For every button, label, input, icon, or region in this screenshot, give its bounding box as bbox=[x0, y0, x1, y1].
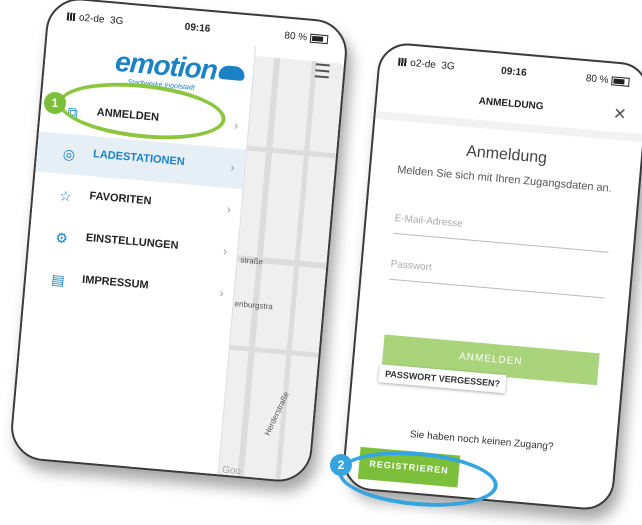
signal-bars-icon bbox=[397, 58, 409, 67]
map-label: enburgstra bbox=[234, 299, 274, 312]
document-icon: ▤ bbox=[50, 271, 66, 289]
map-label: straße bbox=[240, 255, 264, 267]
phone-navigation-drawer: o2-de 3G 09:16 80 % straße enburgstra He… bbox=[8, 0, 350, 485]
carrier-name: o2-de bbox=[78, 12, 105, 26]
signal-indicator: o2-de 3G bbox=[66, 11, 124, 28]
menu-item-label: FAVORITEN bbox=[88, 190, 152, 208]
password-field[interactable]: Passwort bbox=[389, 258, 607, 299]
status-time: 09:16 bbox=[184, 21, 211, 35]
location-pin-icon: ◎ bbox=[62, 145, 76, 163]
signal-indicator: o2-de 3G bbox=[397, 57, 456, 73]
signal-bars-icon bbox=[66, 12, 78, 22]
network-type: 3G bbox=[109, 15, 124, 28]
battery-indicator: 80 % bbox=[284, 30, 329, 45]
chevron-right-icon: › bbox=[218, 285, 225, 301]
menu-item-label: EINSTELLUNGEN bbox=[85, 231, 179, 252]
phone-login-screen: o2-de 3G 09:16 80 % ANMELDUNG ✕ Anmeldun… bbox=[340, 41, 642, 512]
chevron-right-icon: › bbox=[229, 160, 236, 175]
carrier-name: o2-de bbox=[409, 57, 437, 71]
star-icon: ☆ bbox=[58, 187, 73, 205]
email-field[interactable]: E-Mail-Adresse bbox=[393, 212, 611, 253]
step-badge-1: 1 bbox=[44, 92, 66, 114]
network-type: 3G bbox=[440, 60, 456, 73]
battery-indicator: 80 % bbox=[585, 73, 630, 88]
chevron-right-icon: › bbox=[222, 243, 228, 259]
menu-item-label: IMPRESSUM bbox=[81, 273, 150, 292]
step-badge-2: 2 bbox=[330, 454, 352, 476]
status-time: 09:16 bbox=[500, 65, 528, 79]
battery-percent: 80 % bbox=[283, 30, 308, 44]
hamburger-menu-icon[interactable] bbox=[314, 63, 330, 79]
battery-percent: 80 % bbox=[585, 73, 609, 87]
battery-icon bbox=[309, 33, 329, 45]
map-label: Herderstraße bbox=[262, 390, 291, 437]
chevron-right-icon: › bbox=[226, 202, 232, 217]
map-label: Goo bbox=[221, 464, 242, 478]
status-bar: o2-de 3G 09:16 80 % bbox=[397, 55, 631, 91]
close-icon[interactable]: ✕ bbox=[612, 104, 627, 125]
gear-icon: ⚙ bbox=[54, 229, 69, 247]
chevron-right-icon: › bbox=[233, 118, 239, 133]
logo-car-icon bbox=[218, 64, 246, 82]
menu-item-label: LADESTATIONEN bbox=[92, 148, 186, 169]
battery-icon bbox=[611, 76, 630, 87]
